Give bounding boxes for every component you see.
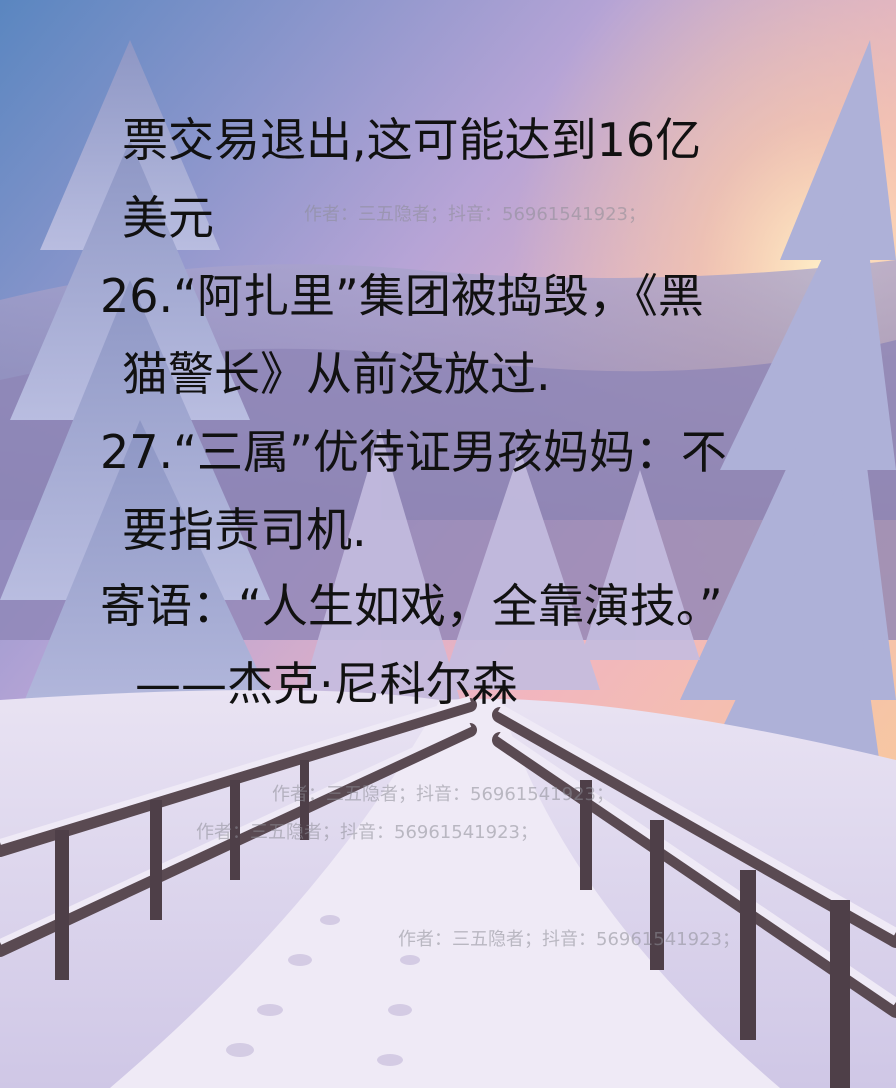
text-line-5: 27.“三属”优待证男孩妈妈：不: [100, 425, 727, 479]
watermark-4: 作者：三五隐者；抖音：56961541923；: [398, 929, 740, 950]
text-line-7: 寄语：“人生如戏，全靠演技。”: [100, 579, 723, 633]
text-line-6: 要指责司机.: [122, 503, 367, 557]
watermark-2: 作者：三五隐者；抖音：56961541923；: [272, 784, 614, 805]
watermark-3: 作者：三五隐者；抖音：56961541923；: [196, 822, 538, 843]
text-line-1: 票交易退出,这可能达到16亿: [122, 113, 702, 167]
text-line-2: 美元: [122, 191, 214, 245]
watermark-1: 作者：三五隐者；抖音：56961541923；: [304, 204, 646, 225]
text-line-8: ——杰克·尼科尔森: [135, 657, 518, 711]
text-line-3: 26.“阿扎里”集团被捣毁，《黑: [100, 269, 704, 323]
text-line-4: 猫警长》从前没放过.: [122, 347, 551, 401]
